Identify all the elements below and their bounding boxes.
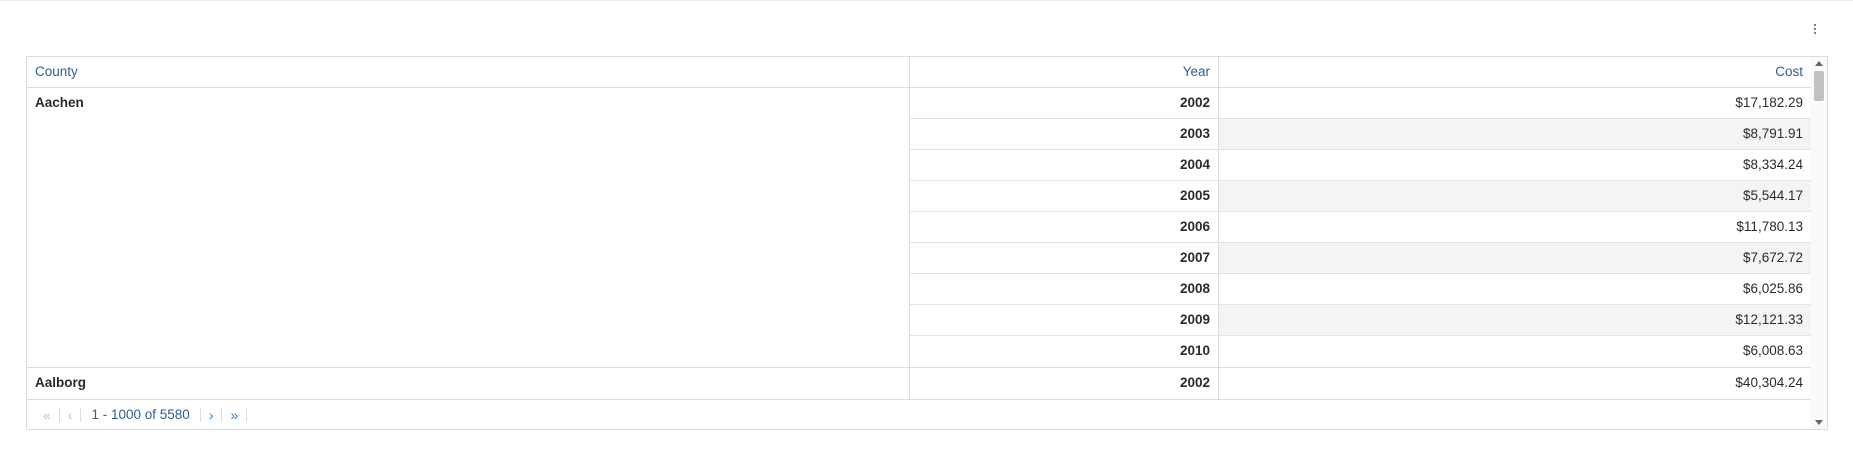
county-group: Aachen 2002 $17,182.29 2003 $8,791.91 2004 $8,…: [27, 88, 1811, 368]
column-header-cost[interactable]: Cost: [1219, 57, 1811, 87]
cost-cell[interactable]: $6,008.63: [1219, 336, 1811, 367]
first-page-icon[interactable]: «: [35, 405, 59, 425]
year-cell[interactable]: 2009: [910, 305, 1219, 335]
table-row[interactable]: 2009 $12,121.33: [910, 305, 1811, 336]
next-page-icon[interactable]: ›: [201, 405, 222, 425]
year-cell[interactable]: 2004: [910, 150, 1219, 180]
cost-cell[interactable]: $6,025.86: [1219, 274, 1811, 304]
year-cell[interactable]: 2003: [910, 119, 1219, 149]
table-row[interactable]: 2010 $6,008.63: [910, 336, 1811, 367]
cost-cell[interactable]: $8,334.24: [1219, 150, 1811, 180]
cost-cell[interactable]: $40,304.24: [1219, 368, 1811, 399]
year-cell[interactable]: 2010: [910, 336, 1219, 367]
table-row[interactable]: 2004 $8,334.24: [910, 150, 1811, 181]
year-cell[interactable]: 2007: [910, 243, 1219, 273]
table-header: County Year Cost: [27, 57, 1811, 88]
table-row[interactable]: 2008 $6,025.86: [910, 274, 1811, 305]
last-page-icon[interactable]: »: [222, 405, 246, 425]
data-table: County Year Cost Aachen 2002 $17,182.29 200…: [26, 56, 1828, 430]
year-cell[interactable]: 2002: [910, 88, 1219, 118]
top-divider: [0, 0, 1853, 1]
scrollbar-thumb[interactable]: [1814, 71, 1824, 101]
page-range-label: 1 - 1000 of 5580: [91, 407, 190, 422]
scroll-down-arrow-icon[interactable]: [1815, 420, 1823, 425]
table-row[interactable]: 2006 $11,780.13: [910, 212, 1811, 243]
county-group: Aalborg 2002 $40,304.24: [27, 368, 1811, 399]
year-cell[interactable]: 2008: [910, 274, 1219, 304]
year-cell[interactable]: 2002: [910, 368, 1219, 399]
year-cell[interactable]: 2006: [910, 212, 1219, 242]
year-cell[interactable]: 2005: [910, 181, 1219, 211]
cost-cell[interactable]: $7,672.72: [1219, 243, 1811, 273]
cost-cell[interactable]: $5,544.17: [1219, 181, 1811, 211]
table-row[interactable]: 2002 $17,182.29: [910, 88, 1811, 119]
column-header-county[interactable]: County: [27, 57, 910, 87]
scroll-up-arrow-icon[interactable]: [1815, 61, 1823, 66]
table-body: Aachen 2002 $17,182.29 2003 $8,791.91 2004 $8,…: [27, 88, 1811, 399]
table-row[interactable]: 2003 $8,791.91: [910, 119, 1811, 150]
county-cell[interactable]: Aachen: [27, 88, 910, 367]
vertical-scrollbar[interactable]: [1811, 57, 1827, 429]
table-row[interactable]: 2002 $40,304.24: [910, 368, 1811, 399]
cost-cell[interactable]: $17,182.29: [1219, 88, 1811, 118]
previous-page-icon[interactable]: ‹: [60, 405, 81, 425]
table-row[interactable]: 2005 $5,544.17: [910, 181, 1811, 212]
table-row[interactable]: 2007 $7,672.72: [910, 243, 1811, 274]
column-header-year[interactable]: Year: [910, 57, 1219, 87]
cost-cell[interactable]: $12,121.33: [1219, 305, 1811, 335]
cost-cell[interactable]: $8,791.91: [1219, 119, 1811, 149]
pagination-bar: « ‹ 1 - 1000 of 5580 › »: [27, 399, 1811, 429]
more-options-kebab-icon[interactable]: [1805, 18, 1825, 40]
pager-divider: [246, 407, 248, 422]
county-cell[interactable]: Aalborg: [27, 368, 910, 399]
cost-cell[interactable]: $11,780.13: [1219, 212, 1811, 242]
